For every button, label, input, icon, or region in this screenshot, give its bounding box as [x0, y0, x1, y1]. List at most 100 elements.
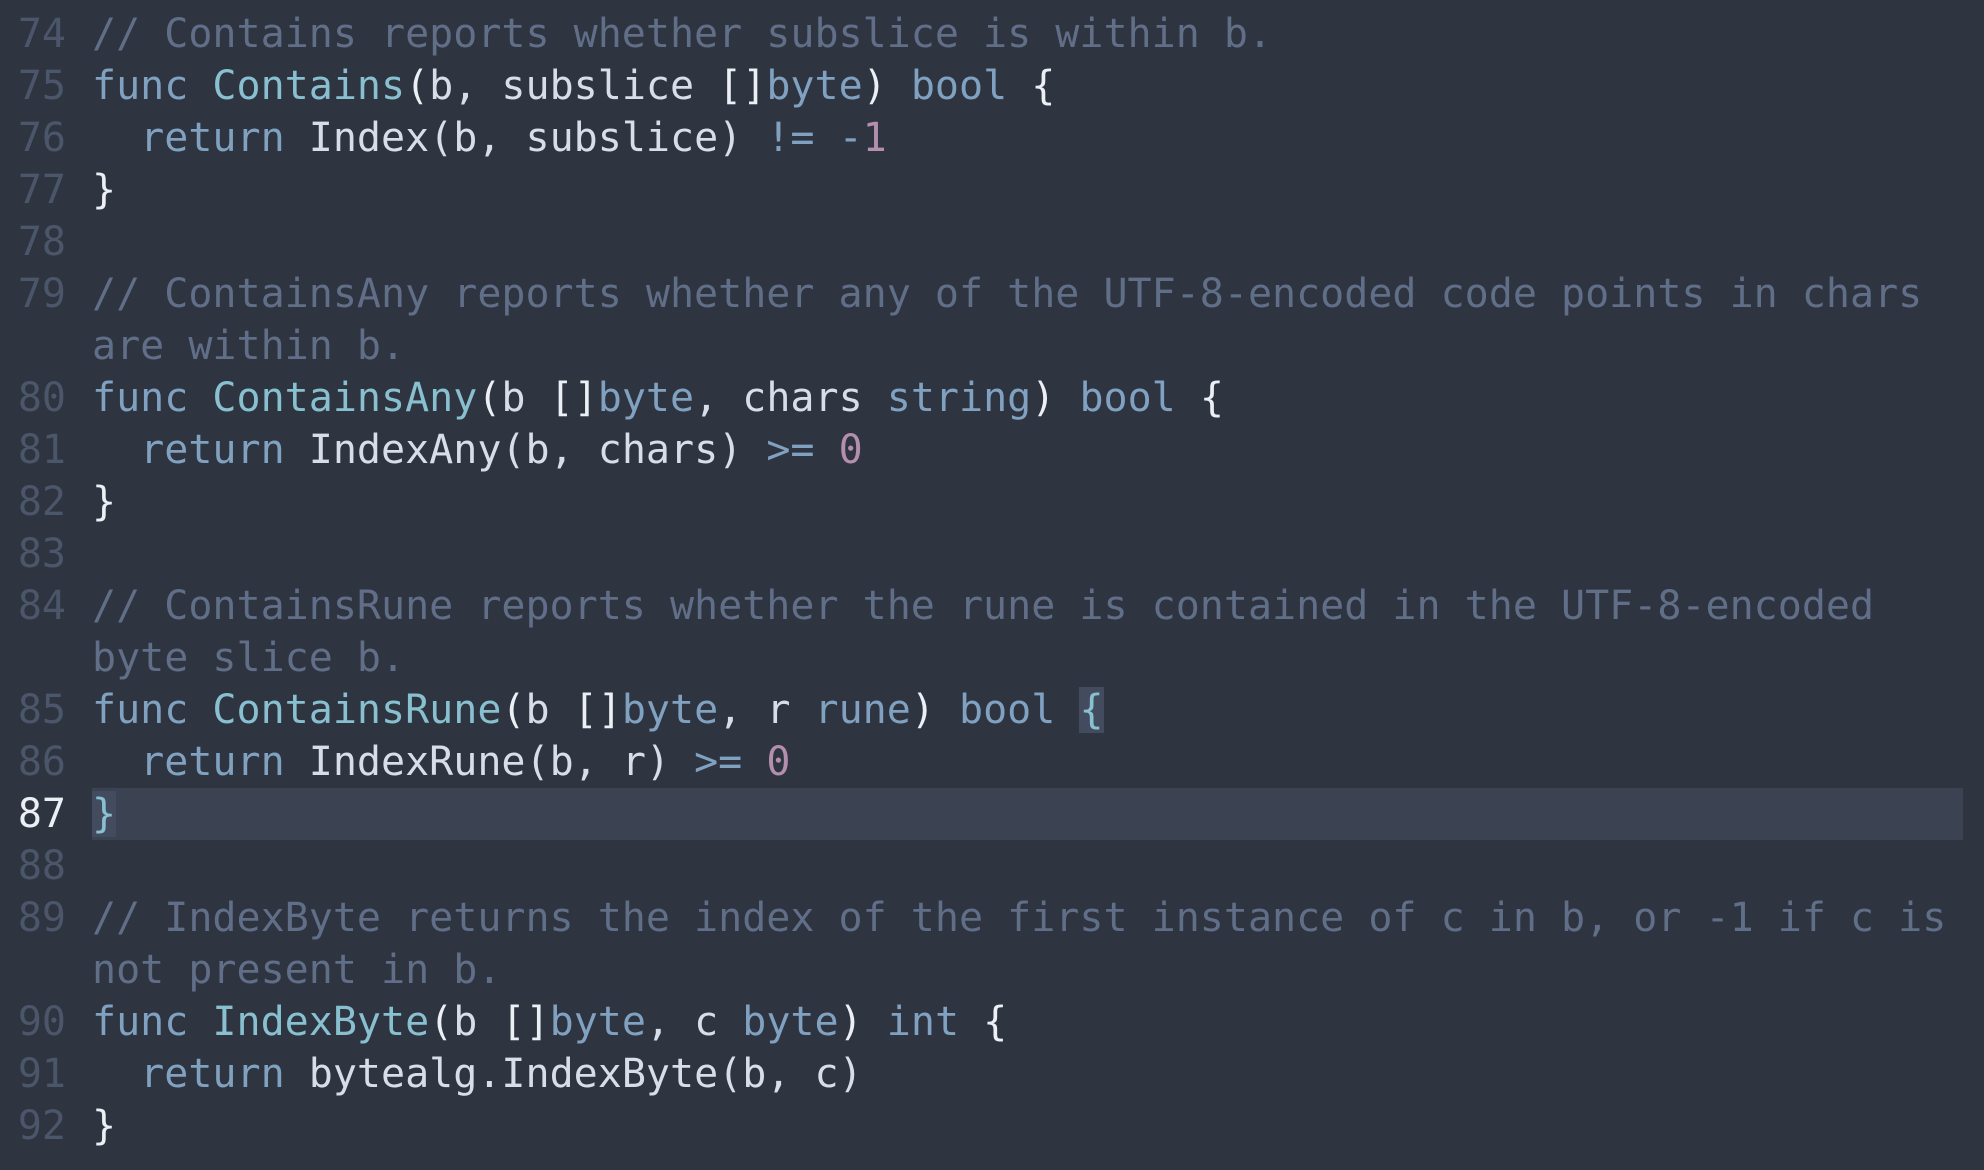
token-ident	[863, 999, 887, 1045]
token-num: 0	[838, 427, 863, 473]
code-row: return IndexAny(b, chars) >= 0	[92, 424, 1963, 476]
code-line[interactable]: 74 // Contains reports whether subslice i…	[0, 8, 1984, 60]
token-punct: (	[405, 63, 430, 109]
code-editor[interactable]: 74 // Contains reports whether subslice i…	[0, 8, 1984, 1152]
line-content[interactable]: return Index(b, subslice) != -1	[92, 112, 1963, 164]
token-op: -	[838, 115, 863, 161]
token-ident	[1055, 375, 1079, 421]
token-ident	[92, 427, 140, 473]
token-type: byte	[549, 999, 646, 1045]
code-line[interactable]: 91 return bytealg.IndexByte(b, c)	[0, 1048, 1984, 1100]
token-punct: {	[983, 999, 1008, 1045]
token-keyword: func	[92, 63, 189, 109]
token-punct: []	[573, 687, 622, 733]
code-row: // Contains reports whether subslice is …	[92, 8, 1963, 60]
token-punct: (	[477, 375, 502, 421]
token-comment: are within b.	[92, 323, 406, 369]
wrapped-code-row: are within b.	[92, 320, 1963, 372]
token-ident	[188, 687, 212, 733]
line-content[interactable]: // ContainsRune reports whether the rune…	[92, 580, 1963, 684]
line-content[interactable]: func Contains(b, subslice []byte) bool {	[92, 60, 1963, 112]
code-row: }	[92, 164, 1963, 216]
token-type: byte	[766, 63, 863, 109]
line-content[interactable]: }	[92, 788, 1963, 840]
code-line[interactable]: 81 return IndexAny(b, chars) >= 0	[0, 424, 1984, 476]
token-ident: Index(b, subslice)	[284, 115, 767, 161]
token-ident	[188, 63, 212, 109]
line-content[interactable]: // IndexByte returns the index of the fi…	[92, 892, 1963, 996]
token-ident	[188, 999, 212, 1045]
line-content[interactable]: // Contains reports whether subslice is …	[92, 8, 1963, 60]
token-punct: )	[838, 999, 863, 1045]
code-row: }	[92, 476, 1963, 528]
token-type: bool	[1079, 375, 1176, 421]
code-line[interactable]: 86 return IndexRune(b, r) >= 0	[0, 736, 1984, 788]
line-content[interactable]: func ContainsRune(b []byte, r rune) bool…	[92, 684, 1963, 736]
token-punct: )	[910, 687, 935, 733]
token-keyword: return	[140, 739, 285, 785]
token-keyword: func	[92, 999, 189, 1045]
line-content[interactable]	[92, 528, 1963, 580]
token-punct: }	[92, 479, 117, 525]
code-line[interactable]: 87}	[0, 788, 1984, 840]
token-func: ContainsRune	[212, 687, 502, 733]
token-num: 0	[766, 739, 791, 785]
token-ident	[1007, 63, 1031, 109]
line-content[interactable]: // ContainsAny reports whether any of th…	[92, 268, 1963, 372]
token-keyword: return	[140, 115, 285, 161]
line-content[interactable]	[92, 216, 1963, 268]
code-line[interactable]: 79 // ContainsAny reports whether any of …	[0, 268, 1984, 372]
line-content[interactable]: return IndexAny(b, chars) >= 0	[92, 424, 1963, 476]
line-content[interactable]	[92, 840, 1963, 892]
wrapped-code-row: byte slice b.	[92, 632, 1963, 684]
code-line[interactable]: 88	[0, 840, 1984, 892]
token-ident: , c	[645, 999, 743, 1045]
token-bracket-match: }	[92, 791, 117, 837]
token-comment: // IndexByte returns the index of the fi…	[92, 895, 1947, 941]
token-ident: , chars	[694, 375, 887, 421]
token-punct: []	[718, 63, 767, 109]
line-content[interactable]: }	[92, 164, 1963, 216]
code-line[interactable]: 85 func ContainsRune(b []byte, r rune) bo…	[0, 684, 1984, 736]
line-content[interactable]: return bytealg.IndexByte(b, c)	[92, 1048, 1963, 1100]
token-comment: // Contains reports whether subslice is …	[92, 11, 1273, 57]
token-punct: }	[92, 1103, 117, 1149]
line-content[interactable]: }	[92, 1100, 1963, 1152]
line-content[interactable]: func IndexByte(b []byte, c byte) int {	[92, 996, 1963, 1048]
code-row: // IndexByte returns the index of the fi…	[92, 892, 1963, 944]
code-row	[92, 528, 1963, 580]
code-line[interactable]: 76 return Index(b, subslice) != -1	[0, 112, 1984, 164]
wrapped-code-row: not present in b.	[92, 944, 1963, 996]
line-number: 75	[17, 63, 66, 109]
code-line[interactable]: 77}	[0, 164, 1984, 216]
token-punct: {	[1199, 375, 1224, 421]
code-line[interactable]: 75 func Contains(b, subslice []byte) bool…	[0, 60, 1984, 112]
token-keyword: return	[140, 427, 285, 473]
code-row: // ContainsAny reports whether any of th…	[92, 268, 1963, 320]
code-line[interactable]: 84 // ContainsRune reports whether the ru…	[0, 580, 1984, 684]
code-line[interactable]: 92}	[0, 1100, 1984, 1152]
code-line[interactable]: 80 func ContainsAny(b []byte, chars strin…	[0, 372, 1984, 424]
code-row	[92, 216, 1963, 268]
code-line[interactable]: 90 func IndexByte(b []byte, c byte) int {	[0, 996, 1984, 1048]
line-content[interactable]: func ContainsAny(b []byte, chars string)…	[92, 372, 1963, 424]
code-row: func IndexByte(b []byte, c byte) int {	[92, 996, 1963, 1048]
token-comment: byte slice b.	[92, 635, 406, 681]
code-line[interactable]: 83	[0, 528, 1984, 580]
token-ident	[935, 687, 959, 733]
token-punct: []	[501, 999, 550, 1045]
line-content[interactable]: }	[92, 476, 1963, 528]
token-punct: )	[862, 63, 887, 109]
code-line[interactable]: 89 // IndexByte returns the index of the …	[0, 892, 1984, 996]
code-line[interactable]: 78	[0, 216, 1984, 268]
line-content[interactable]: return IndexRune(b, r) >= 0	[92, 736, 1963, 788]
token-ident: b	[501, 375, 550, 421]
token-type: byte	[597, 375, 695, 421]
token-keyword: return	[140, 1051, 285, 1097]
token-type: bool	[959, 687, 1056, 733]
line-number: 85	[17, 687, 66, 733]
token-ident	[887, 63, 911, 109]
line-number: 92	[17, 1103, 66, 1149]
line-number: 78	[17, 219, 66, 265]
code-line[interactable]: 82}	[0, 476, 1984, 528]
